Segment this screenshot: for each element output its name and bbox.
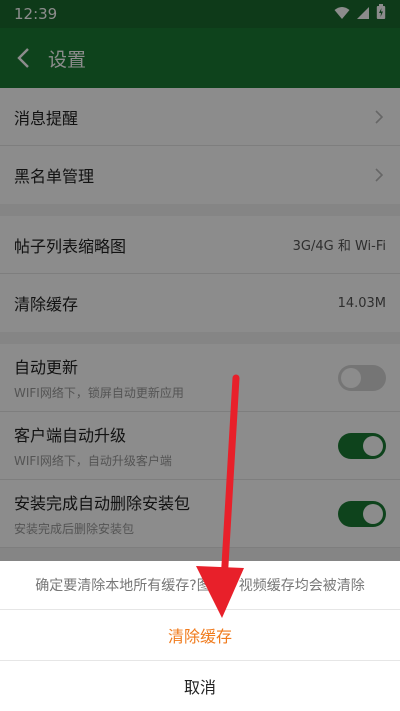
confirm-clear-cache-button[interactable]: 清除缓存 [0, 610, 400, 660]
clear-cache-action-sheet: 确定要清除本地所有缓存?图片、视频缓存均会被清除 清除缓存 取消 [0, 561, 400, 711]
cancel-button[interactable]: 取消 [0, 661, 400, 711]
sheet-message: 确定要清除本地所有缓存?图片、视频缓存均会被清除 [35, 578, 365, 594]
